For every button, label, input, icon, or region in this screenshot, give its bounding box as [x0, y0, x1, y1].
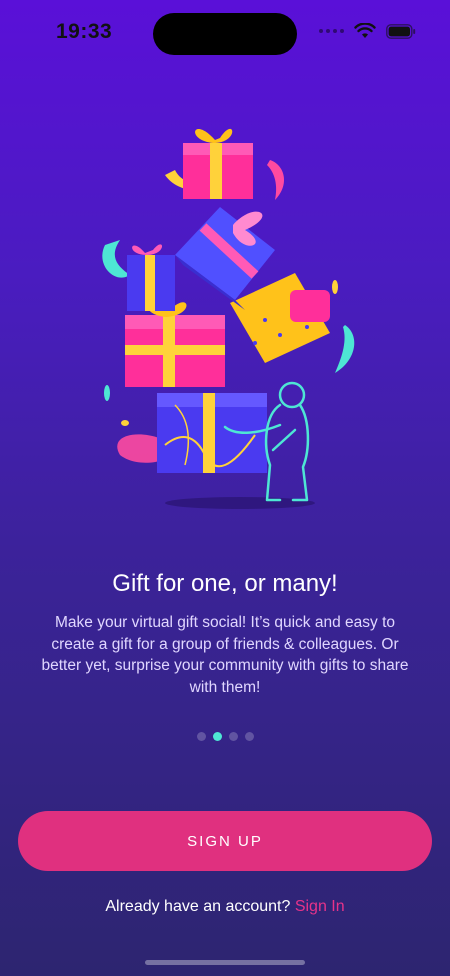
page-dot[interactable] [228, 732, 238, 741]
onboarding-title: Gift for one, or many! [112, 570, 338, 597]
onboarding-description: Make your virtual gift social! It’s quic… [41, 614, 409, 696]
cellular-dots-icon [319, 29, 344, 33]
sign-up-button[interactable]: SIGN UP [18, 811, 432, 871]
home-indicator[interactable] [145, 960, 305, 965]
dynamic-island [153, 13, 297, 55]
page-dot[interactable] [244, 732, 254, 741]
battery-icon [386, 23, 416, 39]
sign-in-prompt: Already have an account? Sign In [0, 898, 450, 916]
gift-stack-illustration [102, 128, 355, 509]
sign-in-link[interactable]: Sign In [295, 898, 345, 915]
wifi-icon [354, 23, 376, 38]
page-dot-active[interactable] [212, 732, 222, 741]
status-icons [319, 23, 416, 39]
status-time: 19:33 [56, 20, 113, 43]
account-prompt-text: Already have an account? [105, 898, 291, 915]
status-bar: 19:33 [0, 0, 450, 66]
page-indicator [0, 732, 450, 741]
page-dot[interactable] [196, 732, 206, 741]
